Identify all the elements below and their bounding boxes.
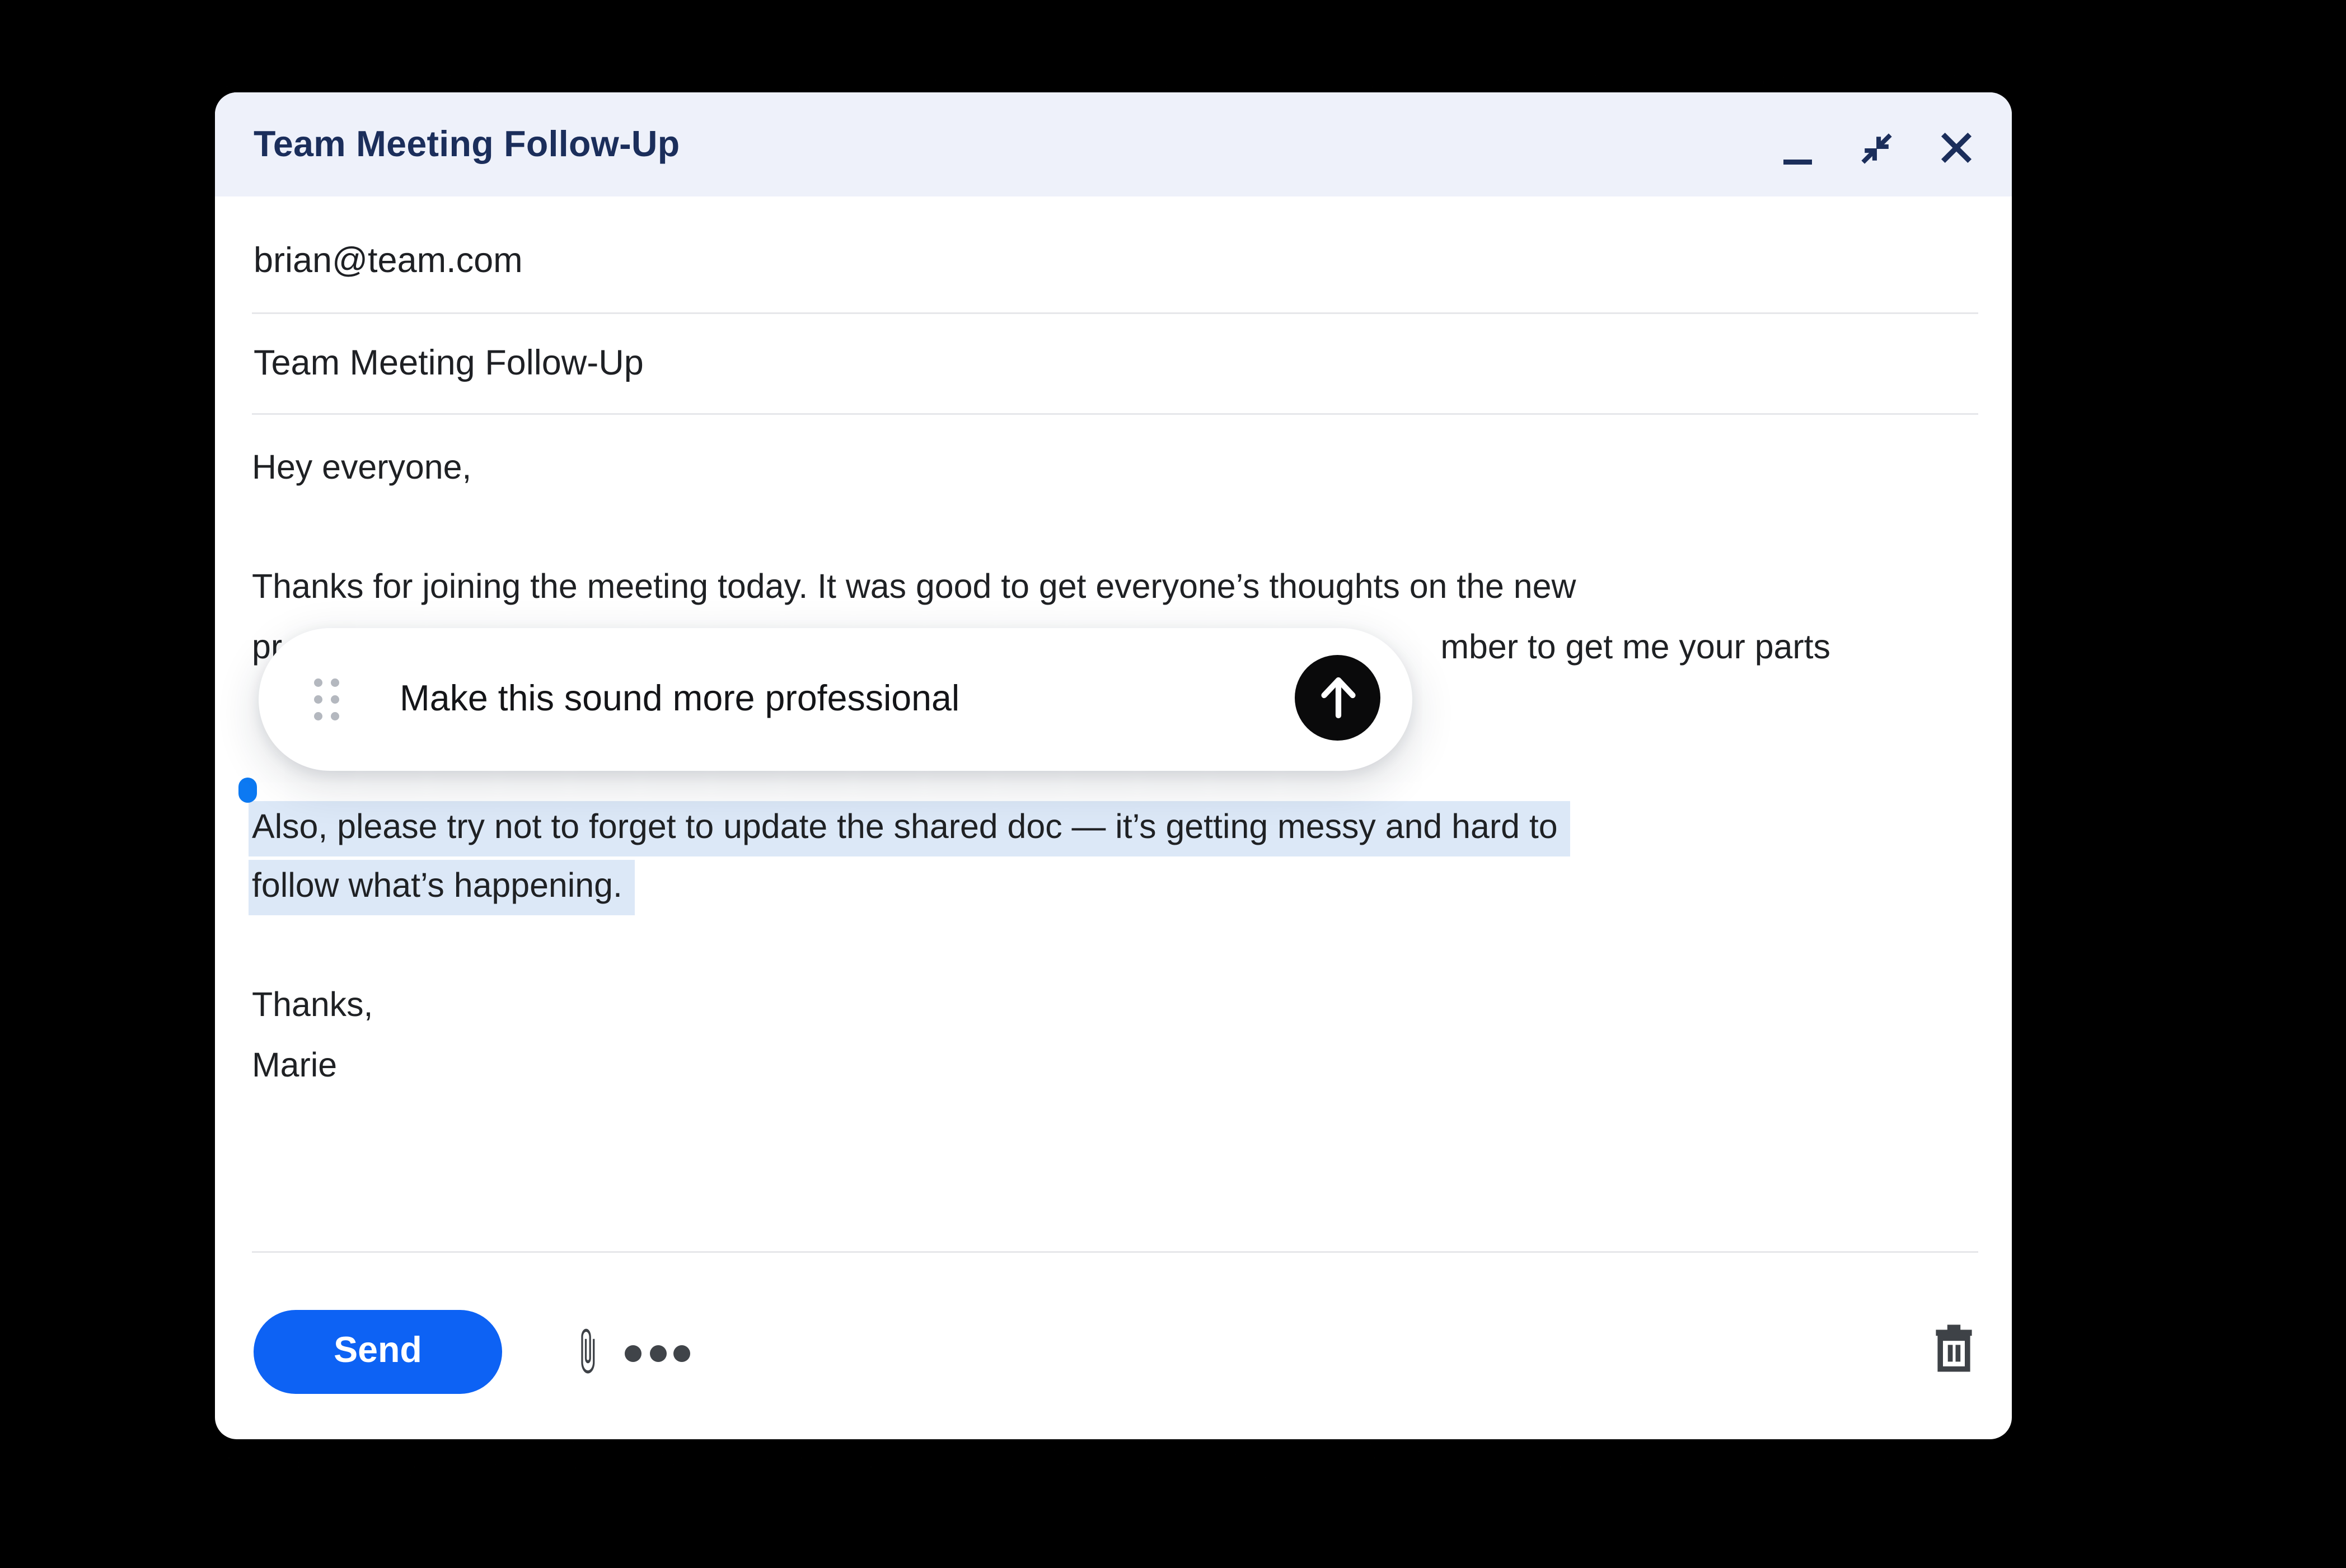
body-text: Thanks, — [252, 988, 373, 1025]
collapse-button[interactable] — [1857, 130, 1894, 167]
grain-texture-top — [208, 42, 2019, 96]
body-text: Marie — [252, 1047, 337, 1084]
trash-icon — [1935, 1324, 1973, 1373]
minimize-icon — [1783, 159, 1812, 165]
stage: Team Meeting Follow-Up brian@team.com Te… — [0, 0, 2346, 1568]
collapse-icon — [1860, 132, 1892, 164]
selected-text: follow what’s happening. — [249, 860, 634, 915]
subject-field[interactable]: Team Meeting Follow-Up — [254, 315, 1977, 414]
body-line — [252, 500, 1830, 560]
body-line: Marie — [252, 1037, 1830, 1097]
grain-texture-bottom — [208, 1438, 2019, 1515]
selected-text: Also, please try not to forget to update… — [249, 801, 1570, 856]
more-options-button[interactable] — [625, 1345, 690, 1362]
body-text: Thanks for joining the meeting today. It… — [252, 570, 1576, 607]
compose-window: Team Meeting Follow-Up brian@team.com Te… — [215, 93, 2012, 1439]
body-text-fragment-right: mber to get me your parts — [1440, 620, 1830, 680]
to-value: brian@team.com — [254, 241, 523, 282]
body-line: follow what’s happening. — [252, 858, 1830, 918]
send-button[interactable]: Send — [254, 1310, 502, 1394]
close-icon — [1939, 130, 1973, 164]
arrow-up-icon — [1306, 666, 1370, 729]
send-label: Send — [334, 1331, 422, 1373]
ai-prompt-text[interactable]: Make this sound more professional — [400, 678, 959, 720]
divider — [252, 414, 1978, 415]
body-line: Thanks for joining the meeting today. It… — [252, 560, 1830, 620]
drag-handle-icon[interactable] — [314, 679, 339, 720]
body-line: Also, please try not to forget to update… — [252, 799, 1830, 859]
divider — [252, 1252, 1978, 1253]
body-line: Hey everyone, — [252, 441, 1830, 500]
window-title: Team Meeting Follow-Up — [254, 124, 680, 166]
body-line: Thanks, — [252, 978, 1830, 1038]
titlebar[interactable]: Team Meeting Follow-Up — [215, 93, 2012, 197]
body-line — [252, 918, 1830, 978]
subject-value: Team Meeting Follow-Up — [254, 344, 644, 384]
attach-file-button[interactable] — [569, 1326, 606, 1378]
delete-draft-button[interactable] — [1935, 1324, 1973, 1373]
minimize-button[interactable] — [1780, 153, 1815, 170]
close-button[interactable] — [1936, 128, 1975, 167]
more-options-icon — [625, 1345, 641, 1362]
paperclip-icon — [573, 1327, 603, 1376]
ai-prompt-bar[interactable]: Make this sound more professional — [259, 628, 1412, 771]
to-field[interactable]: brian@team.com — [254, 197, 1977, 313]
selection-handle[interactable] — [238, 778, 257, 803]
submit-prompt-button[interactable] — [1295, 655, 1380, 741]
body-text: Hey everyone, — [252, 451, 471, 488]
